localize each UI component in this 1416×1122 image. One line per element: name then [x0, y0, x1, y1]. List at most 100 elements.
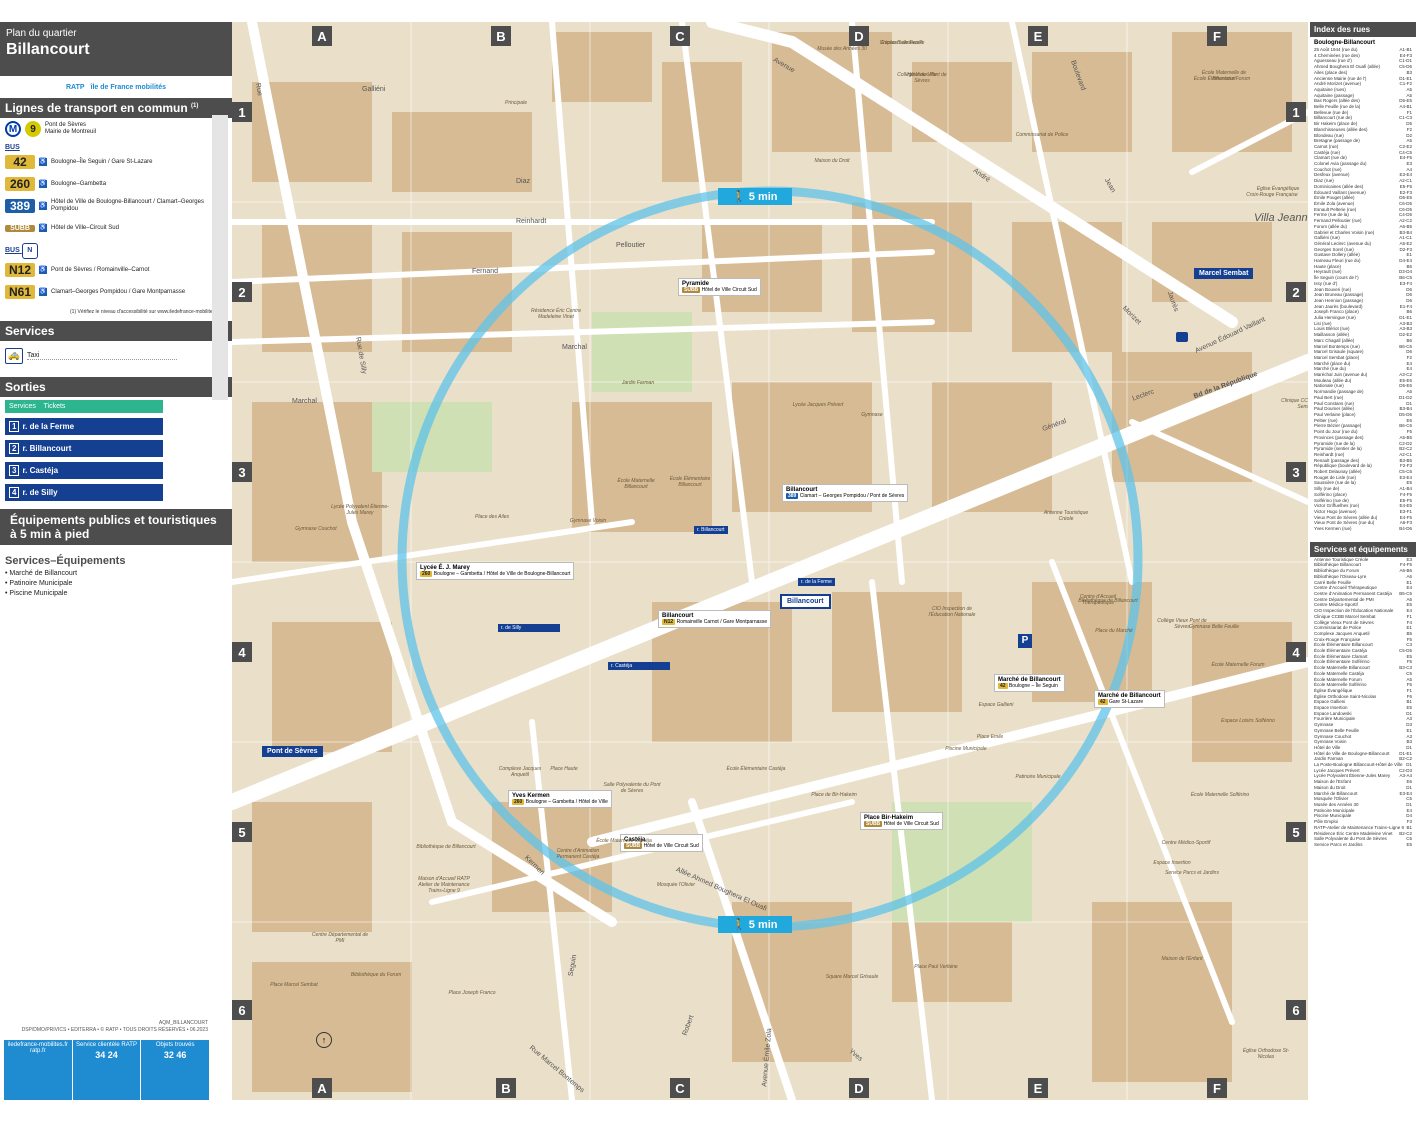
stop-billancourt-south[interactable]: Billancourt N12 Romainville Carnot / Gare…	[658, 610, 772, 628]
panel-header: Plan du quartier Billancourt	[0, 22, 232, 76]
exit-item[interactable]: 3 r. Castéja	[5, 462, 163, 479]
map-poi-label[interactable]: Clinique CCBB Marcel Sembat	[1276, 398, 1308, 410]
map-poi-label[interactable]: Place Haute	[534, 766, 594, 772]
station-billancourt[interactable]: Billancourt	[780, 594, 831, 609]
parking-icon[interactable]: P	[1018, 634, 1032, 648]
stop-marche-2[interactable]: Marché de Billancourt 42 Gare St-Lazare	[1094, 690, 1165, 708]
footer-service-client[interactable]: Service clientèle RATP 34 24	[73, 1040, 142, 1100]
map-poi-label[interactable]: Piscine Municipale	[936, 746, 996, 752]
map-poi-label[interactable]: Maison du Droit	[802, 158, 862, 164]
index-street-name: Marc Chagall (allée)	[1314, 337, 1355, 343]
map-poi-label[interactable]: Service Parcs et Jardins	[1162, 870, 1222, 876]
map-poi-label[interactable]: Place Marcel Sembat	[264, 982, 324, 988]
map-poi-label[interactable]: Place Paul Verlaine	[906, 964, 966, 970]
map-poi-label[interactable]: Musée des Années 30	[812, 46, 872, 52]
map-poi-label[interactable]: École Élémentaire Castéja	[726, 766, 786, 772]
map-poi-label[interactable]: Jardin Farman	[608, 380, 668, 386]
equipment-item[interactable]: • Marché de Billancourt	[5, 569, 232, 579]
map-poi-label[interactable]: Commissariat de Police	[1012, 132, 1072, 138]
bus-line-row[interactable]: 260 ♿ Boulogne–Gambetta	[0, 173, 232, 195]
stop-pyramide[interactable]: Pyramide SUBB Hôtel de Ville Circuit Sud	[678, 278, 761, 296]
map-poi-label[interactable]: Centre Départemental de PMI	[310, 932, 370, 944]
map-poi-label[interactable]: Maison de l'Enfant	[1152, 956, 1212, 962]
exit-item[interactable]: 2 r. Billancourt	[5, 440, 163, 457]
map-poi-label[interactable]: Gymnase Belle Feuille	[1184, 624, 1244, 630]
map-poi-label[interactable]: Bibliothèque du Forum	[346, 972, 406, 978]
map-exit-billancourt[interactable]: r. Billancourt	[694, 526, 728, 534]
stop-lycee-marey[interactable]: Lycée É. J. Marey 260 Boulogne – Gambetta…	[416, 562, 575, 580]
station-pont-de-sevres[interactable]: Pont de Sèvres	[262, 746, 323, 757]
map-poi-label[interactable]: Lycée Jacques Prévert	[788, 402, 848, 408]
map-poi-label[interactable]: Espace Gallieni	[966, 702, 1026, 708]
exit-item[interactable]: 4 r. de Silly	[5, 484, 163, 501]
map-poi-label[interactable]: Centre Médico-Sportif	[1156, 840, 1216, 846]
map-poi-label[interactable]: Patinoire Municipale	[1008, 774, 1068, 780]
map-poi-label[interactable]: Crèche Belle Feuille	[872, 40, 932, 46]
map-poi-label[interactable]: Gymnase Couchot	[286, 526, 346, 532]
map-poi-label[interactable]: Principale	[486, 100, 546, 106]
map-poi-label[interactable]: Square Marcel Grisaule	[822, 974, 882, 980]
exit-items: 1 r. de la Ferme 2 r. Billancourt 3 r. Castéj…	[5, 418, 232, 501]
row-marker-1-right: 1	[1286, 102, 1306, 122]
stop-lines: Boulogne – Gambetta / Hôtel de Ville	[525, 799, 608, 805]
map-poi-label[interactable]: Église Orthodoxe St-Nicolas	[1236, 1048, 1296, 1060]
map-poi-label[interactable]: Mosquée l'Olivier	[646, 882, 706, 888]
map-poi-label[interactable]: Place des Ailes	[462, 514, 522, 520]
stop-billancourt-north[interactable]: Billancourt 389 Clamart – Georges Pompido…	[782, 484, 909, 502]
map-poi-label[interactable]: Croix-Rouge Française	[1242, 192, 1302, 198]
footer-lost-items[interactable]: Objets trouvés 32 46	[141, 1040, 209, 1100]
map-poi-label[interactable]: Collège Vieux Pont de Sèvres	[892, 72, 952, 84]
map-poi-label[interactable]: Antenne Touristique Créole	[1036, 510, 1096, 522]
station-marcel-sembat[interactable]: Marcel Sembat	[1194, 268, 1254, 279]
accessible-icon: ♿	[39, 202, 47, 210]
map-poi-label[interactable]: Espace Loisirs Solférino	[1218, 718, 1278, 724]
map-poi-label[interactable]: Bibliothèque de Billancourt	[416, 844, 476, 850]
map-poi-label[interactable]: Église Évangélique	[1248, 186, 1308, 192]
map-poi-label[interactable]: École Maternelle Solférino	[1190, 792, 1250, 798]
map-poi-label[interactable]: CIO Inspection de l'Éducation Nationale	[922, 606, 982, 618]
equipment-label: Patinoire Municipale	[9, 580, 73, 587]
map-exit-silly[interactable]: r. de Silly	[498, 624, 560, 632]
noctilien-badge: N61	[5, 285, 35, 299]
map-poi-label[interactable]: Gymnase	[842, 412, 902, 418]
exit-item[interactable]: 1 r. de la Ferme	[5, 418, 163, 435]
map-poi-label[interactable]: Maison d'Accueil RATP Atelier de Mainten…	[414, 876, 474, 894]
map-poi-label[interactable]: Lycée Polyvalent Étienne-Jules Marey	[330, 504, 390, 516]
map-poi-label[interactable]: École Maternelle Forum	[1208, 662, 1268, 668]
neighborhood-map[interactable]: A B C D E F A B C D E F 1 2 3 4 5 6 1 2 …	[232, 22, 1308, 1100]
map-poi-label[interactable]: Salle Polyvalente du Pont de Sèvres	[602, 782, 662, 794]
map-poi-label[interactable]: École Maternelle de Billancourt	[1194, 70, 1254, 82]
footer-web[interactable]: iledefrance-mobilites.fr ratp.fr	[4, 1040, 73, 1100]
taxi-row[interactable]: 🚕 Taxi	[0, 341, 232, 371]
map-exit-casteja[interactable]: r. Castéja	[608, 662, 670, 670]
street-label: Fernand	[472, 268, 499, 275]
bus-line-row[interactable]: SUBB ♿ Hôtel de Ville–Circuit Sud	[0, 217, 232, 239]
map-poi-label[interactable]: Place Emile	[960, 734, 1020, 740]
stop-marche-1[interactable]: Marché de Billancourt 42 Boulogne – Île S…	[994, 674, 1065, 692]
stop-yves-kermen[interactable]: Yves Kermen 260 Boulogne – Gambetta / Hôt…	[508, 790, 612, 808]
index-street-name: Georges Sorel (rue)	[1314, 246, 1354, 252]
bus-line-row[interactable]: 389 ♿ Hôtel de Ville de Boulogne-Billancou…	[0, 195, 232, 217]
map-exit-ferme[interactable]: r. de la Ferme	[798, 578, 835, 586]
map-poi-label[interactable]: École Maternelle Castéja	[594, 838, 654, 844]
index-street-name: Silly (rue de)	[1314, 486, 1340, 492]
metro-line-row[interactable]: M 9 Pont de Sèvres Mairie de Montreuil	[0, 118, 232, 140]
map-poi-label[interactable]: Résidence Éric Centre Madeleine Vinet	[526, 308, 586, 320]
map-poi-label[interactable]: Place du Marché	[1084, 628, 1144, 634]
noctilien-line-row[interactable]: N61 ♿ Clamart–Georges Pompidou / Gare Mont…	[0, 281, 232, 303]
taxi-map-icon[interactable]	[1176, 332, 1188, 342]
map-poi-label[interactable]: École Élémentaire Billancourt	[660, 476, 720, 488]
equipment-item[interactable]: • Patinoire Municipale	[5, 579, 232, 589]
map-poi-label[interactable]: Centre d'Animation Permanent Castéja	[548, 848, 608, 860]
stop-bir-hakeim[interactable]: Place Bir-Hakeim SUBB Hôtel de Ville Circ…	[860, 812, 943, 830]
bus-line-row[interactable]: 42 ♿ Boulogne–Île Seguin / Gare St-Lazare	[0, 151, 232, 173]
map-poi-label[interactable]: Place Joseph Franco	[442, 990, 502, 996]
map-poi-label[interactable]: Place de Bir-Hakeim	[804, 792, 864, 798]
index-street-name: Paul Bert (rue)	[1314, 394, 1344, 400]
map-poi-label[interactable]: Centre d'Accueil Thérapeutique	[1068, 594, 1128, 606]
map-poi-label[interactable]: Espace Insertion	[1142, 860, 1202, 866]
noctilien-line-row[interactable]: N12 ♿ Pont de Sèvres / Romainville–Carnot	[0, 259, 232, 281]
map-poi-label[interactable]: Gymnase Voisin	[558, 518, 618, 524]
equipment-item[interactable]: • Piscine Municipale	[5, 589, 232, 599]
map-poi-label[interactable]: École Maternelle Billancourt	[606, 478, 666, 490]
